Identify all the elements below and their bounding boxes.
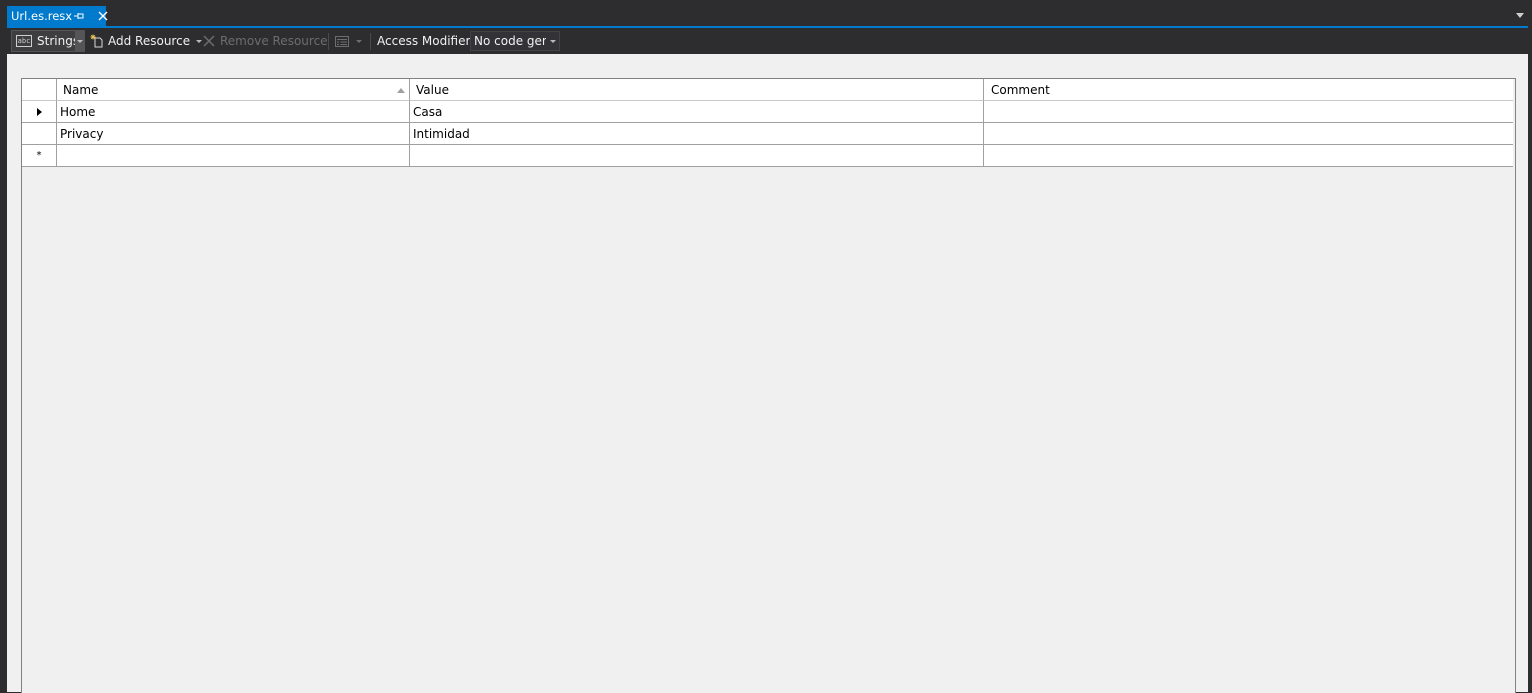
remove-resource-button[interactable]: Remove Resource (203, 28, 328, 54)
comment-cell[interactable] (984, 145, 1513, 167)
access-modifier-label: Access Modifier: (377, 34, 475, 48)
chevron-down-icon (550, 39, 556, 43)
row-header[interactable] (22, 101, 57, 123)
chevron-down-icon (356, 39, 362, 43)
sort-ascending-icon (397, 88, 405, 93)
views-icon (335, 35, 349, 47)
strings-label: Strings (37, 34, 80, 48)
resource-editor-toolbar: abc Strings Add Resource Remove Resource… (7, 28, 1528, 54)
toolbar-separator (370, 33, 371, 50)
chevron-down-icon (76, 39, 83, 43)
strings-icon: abc (16, 35, 32, 47)
column-header-label: Name (63, 82, 99, 97)
name-cell[interactable]: Home (57, 101, 410, 123)
grid-header-row: Name Value Comment (22, 79, 1513, 101)
add-resource-label: Add Resource (108, 34, 191, 48)
name-cell[interactable]: Privacy (57, 123, 410, 145)
column-header-comment[interactable]: Comment (984, 79, 1513, 101)
comment-cell[interactable] (984, 101, 1513, 123)
name-cell[interactable] (57, 145, 410, 167)
access-modifier-select[interactable]: No code generation (470, 31, 560, 51)
strings-button[interactable]: abc Strings (11, 30, 85, 52)
column-header-name[interactable]: Name (57, 79, 410, 101)
strings-dropdown-button[interactable] (75, 30, 84, 52)
resource-editor-surface: Name Value Comment Home Casa Privacy Int… (7, 54, 1528, 693)
chevron-down-icon (196, 39, 203, 43)
column-header-label: Comment (991, 82, 1050, 97)
tab-title: Url.es.resx (11, 9, 73, 23)
add-resource-button[interactable]: Add Resource (90, 28, 203, 54)
value-cell[interactable]: Intimidad (410, 123, 984, 145)
table-row[interactable]: Privacy Intimidad (22, 123, 1513, 145)
value-cell[interactable]: Casa (410, 101, 984, 123)
comment-cell[interactable] (984, 123, 1513, 145)
new-row-asterisk-icon: * (36, 149, 42, 161)
tab-overflow-chevron-icon[interactable] (1516, 13, 1524, 18)
remove-resource-label: Remove Resource (220, 34, 328, 48)
new-row[interactable]: * (22, 145, 1513, 167)
table-row[interactable]: Home Casa (22, 101, 1513, 123)
pin-icon[interactable] (73, 11, 85, 21)
document-tab[interactable]: Url.es.resx (7, 6, 109, 26)
views-button[interactable] (335, 28, 362, 54)
value-cell[interactable] (410, 145, 984, 167)
row-header[interactable] (22, 123, 57, 145)
document-tab-strip: Url.es.resx (0, 0, 1532, 27)
access-modifier-value: No code generation (474, 34, 546, 48)
resource-grid: Name Value Comment Home Casa Privacy Int… (21, 78, 1516, 693)
toolbar-separator (328, 33, 329, 50)
current-row-arrow-icon (36, 107, 42, 116)
row-header-corner[interactable] (22, 79, 57, 101)
row-header[interactable]: * (22, 145, 57, 167)
remove-icon (203, 35, 215, 47)
add-resource-icon (90, 34, 103, 48)
close-icon[interactable] (97, 10, 109, 22)
column-header-value[interactable]: Value (410, 79, 984, 101)
column-header-label: Value (416, 82, 449, 97)
